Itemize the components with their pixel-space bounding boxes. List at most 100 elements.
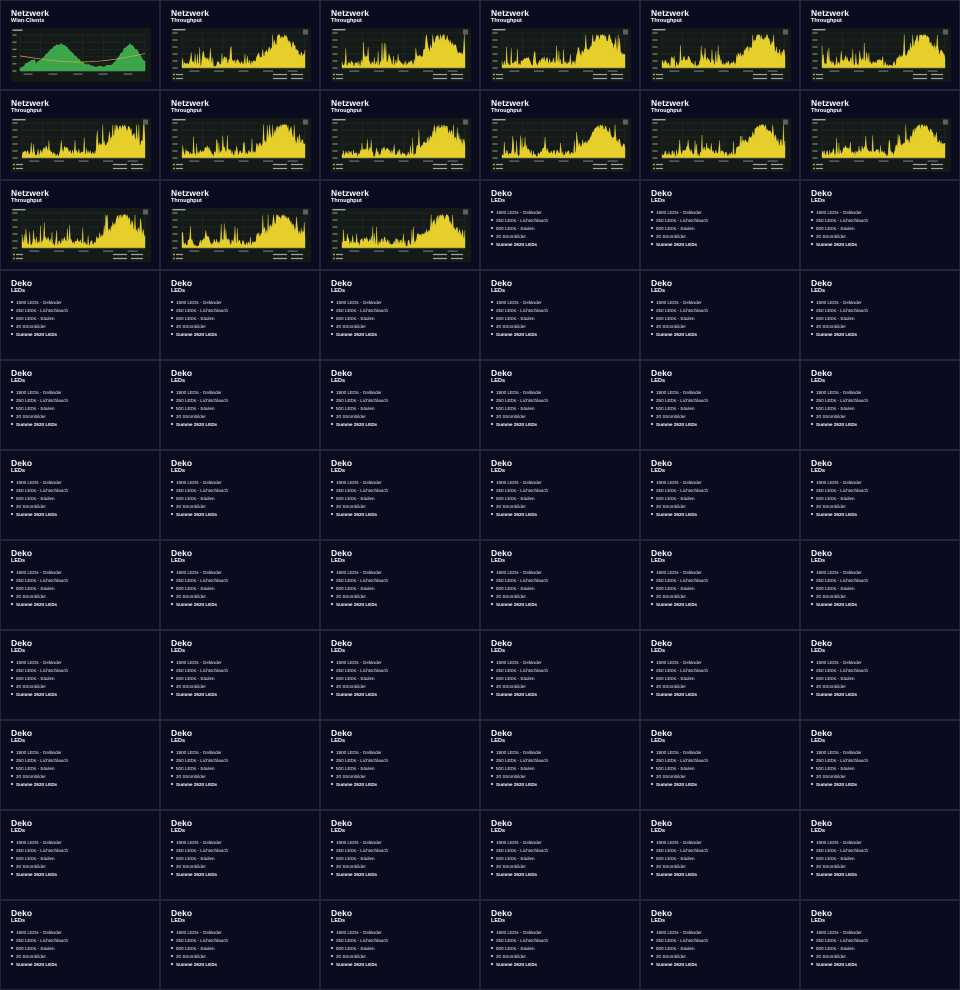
chart-area[interactable]: [171, 118, 311, 172]
deko-tile[interactable]: Deko LEDs 1900 LEDs - Geländer 250 LEDs …: [481, 721, 639, 809]
throughput-tile[interactable]: Netzwerk Throughput: [481, 91, 639, 179]
deko-tile[interactable]: Deko LEDs 1900 LEDs - Geländer 250 LEDs …: [161, 721, 319, 809]
bullet-icon: [11, 955, 13, 958]
chart-area[interactable]: [331, 118, 471, 172]
throughput-tile[interactable]: Netzwerk Throughput: [481, 1, 639, 89]
tick-label: [172, 150, 178, 152]
deko-tile[interactable]: Deko LEDs 1900 LEDs - Geländer 250 LEDs …: [481, 541, 639, 629]
deko-tile[interactable]: Deko LEDs 1900 LEDs - Geländer 250 LEDs …: [641, 181, 799, 269]
legend-marker: [13, 167, 15, 170]
chart-area[interactable]: [491, 28, 631, 82]
throughput-tile[interactable]: Netzwerk Throughput: [801, 91, 959, 179]
chart-area[interactable]: [11, 118, 151, 172]
tile-subtitle: LEDs: [811, 738, 826, 744]
tile-subtitle: LEDs: [331, 378, 346, 384]
deko-tile[interactable]: Deko LEDs 1900 LEDs - Geländer 250 LEDs …: [641, 631, 799, 719]
deko-tile[interactable]: Deko LEDs 1900 LEDs - Geländer 250 LEDs …: [481, 181, 639, 269]
deko-tile[interactable]: Deko LEDs 1900 LEDs - Geländer 250 LEDs …: [481, 901, 639, 989]
deko-tile[interactable]: Deko LEDs 1900 LEDs - Geländer 250 LEDs …: [481, 451, 639, 539]
deko-tile[interactable]: Deko LEDs 1900 LEDs - Geländer 250 LEDs …: [161, 361, 319, 449]
deko-tile[interactable]: Deko LEDs 1900 LEDs - Geländer 250 LEDs …: [1, 631, 159, 719]
led-sum-text: Summe 2620 LEDs: [496, 962, 538, 967]
deko-tile[interactable]: Deko LEDs 1900 LEDs - Geländer 250 LEDs …: [1, 361, 159, 449]
deko-tile[interactable]: Deko LEDs 1900 LEDs - Geländer 250 LEDs …: [641, 901, 799, 989]
led-item-text: 500 LEDs - Säulen: [816, 766, 855, 771]
throughput-tile[interactable]: Netzwerk Throughput: [1, 91, 159, 179]
deko-tile[interactable]: Deko LEDs 1900 LEDs - Geländer 250 LEDs …: [481, 361, 639, 449]
deko-tile[interactable]: Deko LEDs 1900 LEDs - Geländer 250 LEDs …: [321, 271, 479, 359]
wlan-clients-tile[interactable]: Netzwerk Wlan-Clients: [1, 1, 159, 89]
led-sum: Summe 2620 LEDs: [491, 781, 548, 789]
deko-tile[interactable]: Deko LEDs 1900 LEDs - Geländer 250 LEDs …: [161, 541, 319, 629]
throughput-tile[interactable]: Netzwerk Throughput: [161, 181, 319, 269]
chart-area[interactable]: [651, 28, 791, 82]
deko-tile[interactable]: Deko LEDs 1900 LEDs - Geländer 250 LEDs …: [641, 451, 799, 539]
chart-area[interactable]: [331, 208, 471, 262]
deko-tile[interactable]: Deko LEDs 1900 LEDs - Geländer 250 LEDs …: [641, 721, 799, 809]
deko-tile[interactable]: Deko LEDs 1900 LEDs - Geländer 250 LEDs …: [161, 451, 319, 539]
bullet-icon: [11, 947, 13, 950]
deko-tile[interactable]: Deko LEDs 1900 LEDs - Geländer 250 LEDs …: [801, 721, 959, 809]
chart-area[interactable]: [491, 118, 631, 172]
deko-tile[interactable]: Deko LEDs 1900 LEDs - Geländer 250 LEDs …: [641, 541, 799, 629]
deko-tile[interactable]: Deko LEDs 1900 LEDs - Geländer 250 LEDs …: [1, 451, 159, 539]
deko-tile[interactable]: Deko LEDs 1900 LEDs - Geländer 250 LEDs …: [801, 181, 959, 269]
bullet-icon: [171, 325, 173, 328]
chart-area[interactable]: [651, 118, 791, 172]
deko-tile[interactable]: Deko LEDs 1900 LEDs - Geländer 250 LEDs …: [321, 451, 479, 539]
led-item: 20 Strombilder: [11, 593, 68, 601]
deko-tile[interactable]: Deko LEDs 1900 LEDs - Geländer 250 LEDs …: [161, 631, 319, 719]
chart-area[interactable]: [811, 28, 951, 82]
chart-area[interactable]: [171, 28, 311, 82]
chart-area[interactable]: [11, 208, 151, 262]
deko-tile[interactable]: Deko LEDs 1900 LEDs - Geländer 250 LEDs …: [801, 901, 959, 989]
deko-tile[interactable]: Deko LEDs 1900 LEDs - Geländer 250 LEDs …: [801, 361, 959, 449]
chart-area[interactable]: [811, 118, 951, 172]
led-item: 250 LEDs - Lichtschlauch: [811, 487, 868, 495]
throughput-tile[interactable]: Netzwerk Throughput: [321, 1, 479, 89]
deko-tile[interactable]: Deko LEDs 1900 LEDs - Geländer 250 LEDs …: [321, 811, 479, 899]
deko-tile[interactable]: Deko LEDs 1900 LEDs - Geländer 250 LEDs …: [641, 361, 799, 449]
throughput-tile[interactable]: Netzwerk Throughput: [161, 91, 319, 179]
x-tick-label: [829, 70, 840, 72]
deko-tile[interactable]: Deko LEDs 1900 LEDs - Geländer 250 LEDs …: [481, 271, 639, 359]
led-item: 1900 LEDs - Geländer: [331, 659, 388, 667]
throughput-tile[interactable]: Netzwerk Throughput: [641, 91, 799, 179]
bullet-icon: [811, 423, 813, 426]
legend-stat: [451, 257, 463, 260]
deko-tile[interactable]: Deko LEDs 1900 LEDs - Geländer 250 LEDs …: [1, 271, 159, 359]
chart-area[interactable]: [331, 28, 471, 82]
throughput-tile[interactable]: Netzwerk Throughput: [321, 181, 479, 269]
chart-area[interactable]: [171, 208, 311, 262]
deko-tile[interactable]: Deko LEDs 1900 LEDs - Geländer 250 LEDs …: [161, 271, 319, 359]
deko-tile[interactable]: Deko LEDs 1900 LEDs - Geländer 250 LEDs …: [801, 631, 959, 719]
deko-tile[interactable]: Deko LEDs 1900 LEDs - Geländer 250 LEDs …: [481, 811, 639, 899]
throughput-tile[interactable]: Netzwerk Throughput: [1, 181, 159, 269]
deko-tile[interactable]: Deko LEDs 1900 LEDs - Geländer 250 LEDs …: [1, 721, 159, 809]
deko-tile[interactable]: Deko LEDs 1900 LEDs - Geländer 250 LEDs …: [1, 541, 159, 629]
deko-tile[interactable]: Deko LEDs 1900 LEDs - Geländer 250 LEDs …: [801, 271, 959, 359]
led-list: 1900 LEDs - Geländer 250 LEDs - Lichtsch…: [651, 929, 708, 969]
deko-tile[interactable]: Deko LEDs 1900 LEDs - Geländer 250 LEDs …: [1, 811, 159, 899]
throughput-chart: [332, 29, 468, 80]
deko-tile[interactable]: Deko LEDs 1900 LEDs - Geländer 250 LEDs …: [801, 541, 959, 629]
deko-tile[interactable]: Deko LEDs 1900 LEDs - Geländer 250 LEDs …: [641, 811, 799, 899]
deko-tile[interactable]: Deko LEDs 1900 LEDs - Geländer 250 LEDs …: [321, 721, 479, 809]
deko-tile[interactable]: Deko LEDs 1900 LEDs - Geländer 250 LEDs …: [161, 901, 319, 989]
deko-tile[interactable]: Deko LEDs 1900 LEDs - Geländer 250 LEDs …: [1, 901, 159, 989]
deko-tile[interactable]: Deko LEDs 1900 LEDs - Geländer 250 LEDs …: [801, 811, 959, 899]
deko-tile[interactable]: Deko LEDs 1900 LEDs - Geländer 250 LEDs …: [801, 451, 959, 539]
chart-area[interactable]: [11, 28, 151, 82]
deko-tile[interactable]: Deko LEDs 1900 LEDs - Geländer 250 LEDs …: [321, 361, 479, 449]
menu-icon: [943, 29, 948, 35]
deko-tile[interactable]: Deko LEDs 1900 LEDs - Geländer 250 LEDs …: [321, 631, 479, 719]
deko-tile[interactable]: Deko LEDs 1900 LEDs - Geländer 250 LEDs …: [161, 811, 319, 899]
throughput-tile[interactable]: Netzwerk Throughput: [321, 91, 479, 179]
throughput-tile[interactable]: Netzwerk Throughput: [801, 1, 959, 89]
deko-tile[interactable]: Deko LEDs 1900 LEDs - Geländer 250 LEDs …: [321, 541, 479, 629]
deko-tile[interactable]: Deko LEDs 1900 LEDs - Geländer 250 LEDs …: [641, 271, 799, 359]
deko-tile[interactable]: Deko LEDs 1900 LEDs - Geländer 250 LEDs …: [321, 901, 479, 989]
throughput-tile[interactable]: Netzwerk Throughput: [641, 1, 799, 89]
throughput-tile[interactable]: Netzwerk Throughput: [161, 1, 319, 89]
deko-tile[interactable]: Deko LEDs 1900 LEDs - Geländer 250 LEDs …: [481, 631, 639, 719]
